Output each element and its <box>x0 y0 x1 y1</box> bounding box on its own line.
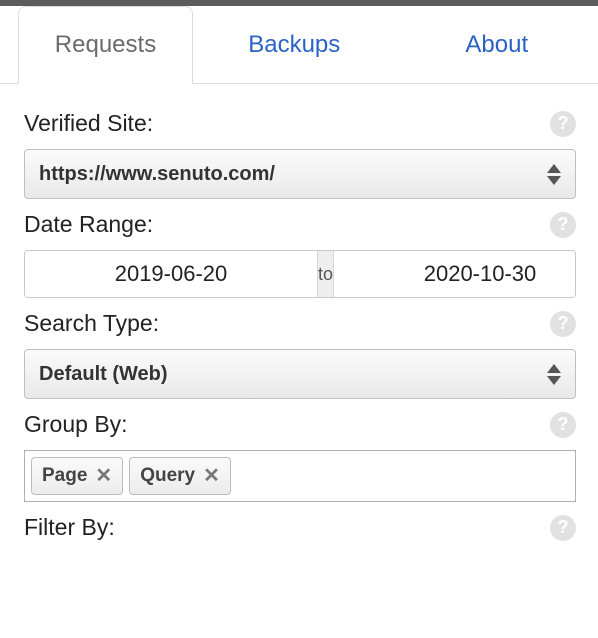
tab-requests-label: Requests <box>55 31 156 59</box>
sort-icon <box>547 164 561 185</box>
search-type-select[interactable]: Default (Web) <box>24 349 576 399</box>
verified-site-section: Verified Site: ? https://www.senuto.com/ <box>24 110 576 199</box>
group-by-tag-label: Query <box>140 465 195 487</box>
tab-about-label: About <box>465 31 528 59</box>
group-by-tag: Page ✕ <box>31 457 123 495</box>
filter-by-label: Filter By: <box>24 514 115 541</box>
tab-requests[interactable]: Requests <box>18 6 193 84</box>
tab-bar: Requests Backups About <box>0 6 598 84</box>
date-range-label: Date Range: <box>24 211 153 238</box>
close-icon[interactable]: ✕ <box>95 466 112 486</box>
search-type-section: Search Type: ? Default (Web) <box>24 310 576 399</box>
date-separator: to <box>317 251 334 297</box>
tab-backups-label: Backups <box>248 31 340 59</box>
tab-about[interactable]: About <box>396 6 598 83</box>
verified-site-value: https://www.senuto.com/ <box>39 163 275 186</box>
date-range-picker: to <box>24 250 576 298</box>
search-type-label: Search Type: <box>24 310 159 337</box>
date-from-input[interactable] <box>25 251 317 297</box>
close-icon[interactable]: ✕ <box>203 466 220 486</box>
help-icon[interactable]: ? <box>550 515 576 541</box>
sort-icon <box>547 364 561 385</box>
date-range-section: Date Range: ? to <box>24 211 576 298</box>
form-panel: Verified Site: ? https://www.senuto.com/… <box>0 84 598 563</box>
group-by-label: Group By: <box>24 411 128 438</box>
help-icon[interactable]: ? <box>550 412 576 438</box>
help-icon[interactable]: ? <box>550 311 576 337</box>
group-by-tagbox[interactable]: Page ✕ Query ✕ <box>24 450 576 502</box>
help-icon[interactable]: ? <box>550 212 576 238</box>
group-by-tag-label: Page <box>42 465 87 487</box>
date-to-input[interactable] <box>334 251 576 297</box>
help-icon[interactable]: ? <box>550 111 576 137</box>
filter-by-section: Filter By: ? <box>24 514 576 541</box>
search-type-value: Default (Web) <box>39 363 168 386</box>
verified-site-select[interactable]: https://www.senuto.com/ <box>24 149 576 199</box>
tab-backups[interactable]: Backups <box>193 6 396 83</box>
group-by-section: Group By: ? Page ✕ Query ✕ <box>24 411 576 502</box>
group-by-tag: Query ✕ <box>129 457 231 495</box>
verified-site-label: Verified Site: <box>24 110 153 137</box>
